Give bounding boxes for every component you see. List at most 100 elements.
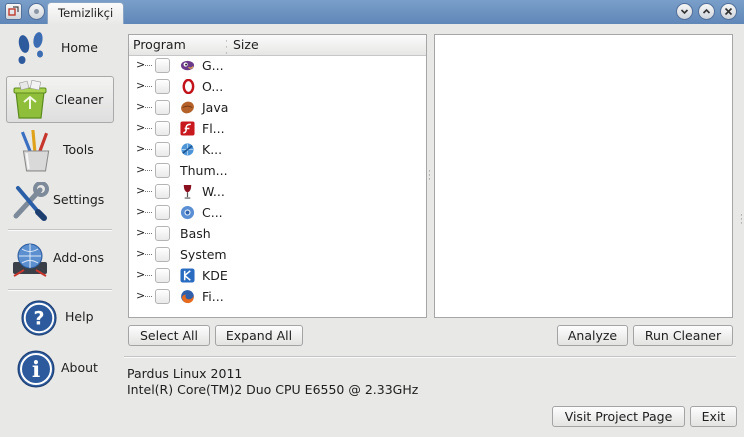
row-checkbox[interactable] <box>155 184 170 199</box>
sidebar-item-help[interactable]: ? Help <box>6 295 114 341</box>
kde-icon <box>180 268 195 283</box>
tree-row[interactable]: > Bash <box>129 223 426 244</box>
row-checkbox[interactable] <box>155 100 170 115</box>
tree-row[interactable]: > O... <box>129 76 426 97</box>
opera-icon <box>182 79 195 94</box>
sidebar-item-tools[interactable]: Tools <box>6 128 114 174</box>
tree-header: Program · · · Size <box>129 35 426 59</box>
sidebar-item-settings[interactable]: Settings <box>6 178 114 224</box>
exit-button[interactable]: Exit <box>690 406 737 427</box>
tree-row[interactable]: > K... <box>129 139 426 160</box>
expand-arrow-icon[interactable]: > <box>136 163 145 176</box>
svg-text:?: ? <box>33 308 44 330</box>
tree-row[interactable]: > KDE <box>129 265 426 286</box>
expand-arrow-icon[interactable]: > <box>136 247 145 260</box>
column-header-size[interactable]: Size <box>233 37 259 52</box>
tree-row[interactable]: > Fi... <box>129 286 426 307</box>
tree-row[interactable]: > Fl... <box>129 118 426 139</box>
row-checkbox[interactable] <box>155 142 170 157</box>
help-icon: ? <box>21 300 57 336</box>
sidebar-item-label: Cleaner <box>55 92 104 107</box>
row-label: Bash <box>180 226 211 241</box>
sidebar-item-add-ons[interactable]: Add-ons <box>6 236 114 282</box>
sidebar-item-label: Settings <box>53 192 105 207</box>
sidebar-item-label: Add-ons <box>53 250 105 265</box>
sidebar-item-label: About <box>61 360 98 375</box>
row-label: KDE <box>202 268 228 283</box>
row-label: Fi... <box>202 289 224 304</box>
analyze-button[interactable]: Analyze <box>557 325 628 346</box>
tree-row[interactable]: > System <box>129 244 426 265</box>
pin-icon[interactable] <box>28 3 45 20</box>
expand-all-button[interactable]: Expand All <box>215 325 303 346</box>
row-label: Java <box>202 100 229 115</box>
app-menu-icon[interactable] <box>5 3 22 20</box>
window-edge-grip[interactable]: · · · <box>740 212 743 229</box>
gimp-icon <box>180 60 195 71</box>
sidebar-item-home[interactable]: Home <box>6 26 114 72</box>
globe-network-icon <box>13 243 47 277</box>
row-label: Thum... <box>180 163 228 178</box>
expand-arrow-icon[interactable]: > <box>136 289 145 302</box>
row-label: W... <box>202 184 225 199</box>
section-divider <box>124 356 736 358</box>
pencil-cup-icon <box>20 130 50 172</box>
title-bar: Temizlikçi <box>0 0 744 24</box>
firefox-icon <box>181 290 194 304</box>
wrench-screwdriver-icon <box>13 182 49 221</box>
footprints-icon <box>18 32 43 64</box>
row-checkbox[interactable] <box>155 121 170 136</box>
close-button[interactable] <box>720 3 737 20</box>
row-label: O... <box>202 79 224 94</box>
expand-arrow-icon[interactable]: > <box>136 100 145 113</box>
java-icon <box>181 101 194 114</box>
sidebar-item-about[interactable]: i About <box>6 346 114 392</box>
expand-arrow-icon[interactable]: > <box>136 142 145 155</box>
select-all-button[interactable]: Select All <box>128 325 210 346</box>
sidebar-item-cleaner[interactable]: Cleaner <box>6 76 114 123</box>
expand-arrow-icon[interactable]: > <box>136 121 145 134</box>
row-checkbox[interactable] <box>155 247 170 262</box>
window-tab[interactable]: Temizlikçi <box>47 2 125 24</box>
column-header-program[interactable]: Program <box>133 37 186 52</box>
tree-row[interactable]: > Java <box>129 97 426 118</box>
row-checkbox[interactable] <box>155 79 170 94</box>
tree-row[interactable]: > W... <box>129 181 426 202</box>
row-checkbox[interactable] <box>155 268 170 283</box>
details-panel <box>434 34 733 318</box>
tree-row[interactable]: > G... <box>129 55 426 76</box>
expand-arrow-icon[interactable]: > <box>136 184 145 197</box>
svg-text:i: i <box>32 357 40 383</box>
row-label: C... <box>202 205 223 220</box>
wine-icon <box>183 184 192 199</box>
expand-arrow-icon[interactable]: > <box>136 226 145 239</box>
row-checkbox[interactable] <box>155 163 170 178</box>
chromium-icon <box>180 205 195 220</box>
row-checkbox[interactable] <box>155 289 170 304</box>
row-checkbox[interactable] <box>155 58 170 73</box>
tree-row[interactable]: > Thum... <box>129 160 426 181</box>
flash-icon <box>180 121 195 136</box>
cpu-info: Intel(R) Core(TM)2 Duo CPU E6550 @ 2.33G… <box>127 382 419 397</box>
minimize-button[interactable] <box>676 3 693 20</box>
program-tree[interactable]: Program · · · Size > G... > O... > Java > <box>128 34 427 318</box>
expand-arrow-icon[interactable]: > <box>136 58 145 71</box>
expand-arrow-icon[interactable]: > <box>136 268 145 281</box>
run-cleaner-button[interactable]: Run Cleaner <box>633 325 733 346</box>
recycle-bin-icon <box>13 80 47 119</box>
os-name: Pardus Linux 2011 <box>127 366 243 381</box>
tree-row[interactable]: > C... <box>129 202 426 223</box>
maximize-button[interactable] <box>698 3 715 20</box>
row-label: K... <box>202 142 223 157</box>
sidebar-item-label: Home <box>61 40 98 55</box>
info-icon: i <box>17 350 55 388</box>
row-label: Fl... <box>202 121 225 136</box>
expand-arrow-icon[interactable]: > <box>136 205 145 218</box>
row-label: G... <box>202 58 224 73</box>
row-checkbox[interactable] <box>155 205 170 220</box>
visit-project-page-button[interactable]: Visit Project Page <box>552 406 685 427</box>
window-title: Temizlikçi <box>58 6 114 20</box>
panel-splitter-handle[interactable]: · · · <box>428 168 431 185</box>
expand-arrow-icon[interactable]: > <box>136 79 145 92</box>
row-checkbox[interactable] <box>155 226 170 241</box>
